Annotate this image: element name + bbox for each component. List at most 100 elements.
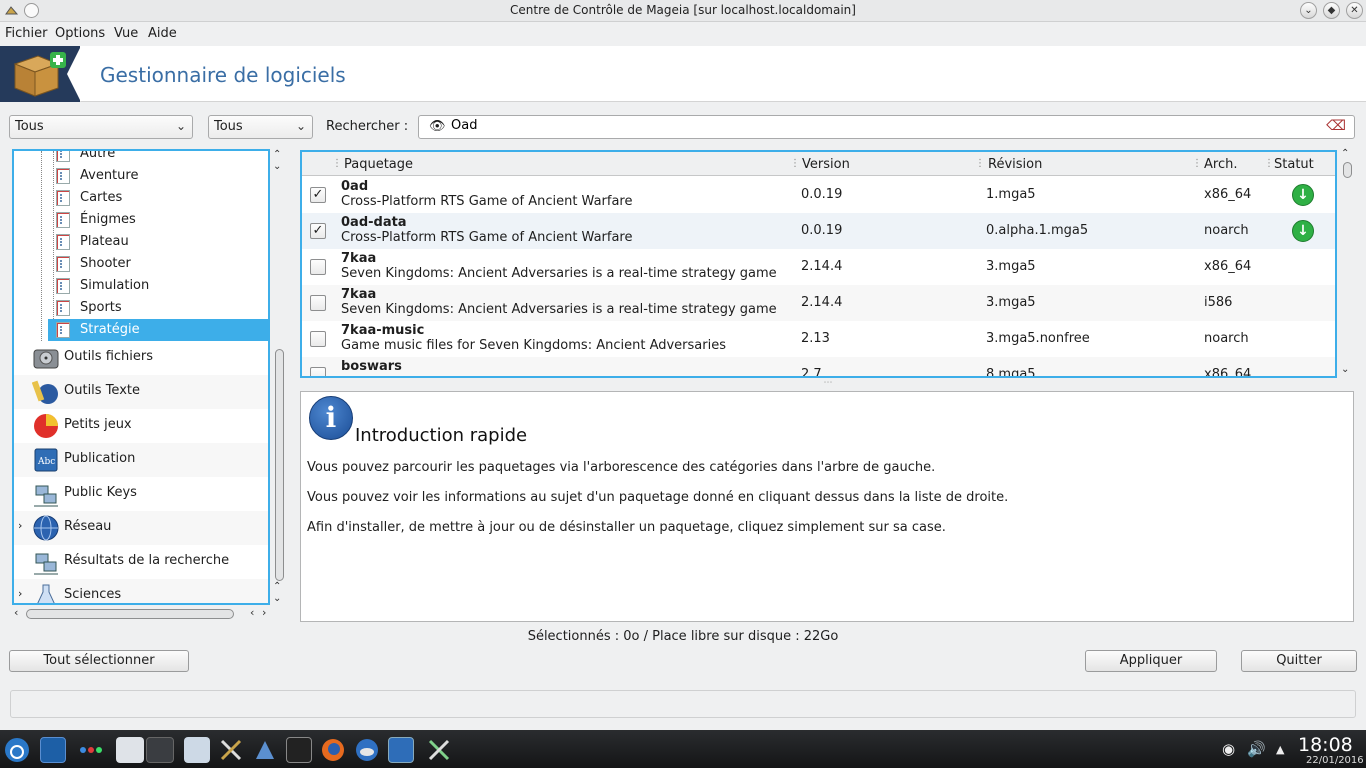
tree-item-strategie[interactable]: Stratégie xyxy=(48,319,268,341)
scroll-down-icon[interactable]: ⌄ xyxy=(273,593,281,604)
scroll-up-icon[interactable]: ⌃ xyxy=(1341,148,1349,159)
menu-aide[interactable]: Aide xyxy=(148,26,177,41)
scroll-left-icon[interactable]: ‹ xyxy=(14,606,18,619)
select-all-button[interactable]: Tout sélectionner xyxy=(9,650,189,672)
chevron-down-icon: ⌄ xyxy=(295,119,306,133)
install-checkbox[interactable] xyxy=(310,331,326,347)
install-checkbox[interactable] xyxy=(310,295,326,311)
package-table[interactable]: ⋮ Paquetage ⋮ Version ⋮ Révision ⋮ Arch.… xyxy=(300,150,1337,378)
package-arch: x86_64 xyxy=(1204,187,1252,202)
pager-desktop-1[interactable] xyxy=(116,737,144,763)
scroll-left-icon[interactable]: ‹ xyxy=(250,606,254,619)
search-field[interactable]: 👁 ⌫ xyxy=(418,115,1355,139)
table-vertical-scrollbar[interactable]: ⌃ ⌄ xyxy=(1340,148,1354,378)
apply-button[interactable]: Appliquer xyxy=(1085,650,1217,672)
tree-item-cartes[interactable]: Cartes xyxy=(14,187,268,209)
maximize-button[interactable]: ◆ xyxy=(1323,2,1340,19)
tree-group-outils-texte[interactable]: Outils Texte xyxy=(14,375,268,409)
quit-button[interactable]: Quitter xyxy=(1241,650,1357,672)
tree-group-reseau[interactable]: › Réseau xyxy=(14,511,268,545)
text-tools-icon xyxy=(32,380,58,404)
package-name: 7kaa xyxy=(341,287,377,302)
desktop-icon[interactable] xyxy=(40,737,66,763)
file-manager-icon[interactable] xyxy=(184,737,210,763)
tree-group-public-keys[interactable]: Public Keys xyxy=(14,477,268,511)
tree-item-plateau[interactable]: Plateau xyxy=(14,231,268,253)
search-input[interactable] xyxy=(451,118,1301,133)
expand-arrow-icon[interactable]: › xyxy=(18,587,22,600)
filter-combo-type-value: Tous xyxy=(15,119,44,134)
network-globe-icon[interactable]: ◉ xyxy=(1222,740,1235,758)
col-header-package[interactable]: Paquetage xyxy=(344,157,413,172)
tree-vertical-scrollbar[interactable]: ⌃ ⌄ ⌃ ⌄ xyxy=(272,149,286,606)
tree-item-enigmes[interactable]: Énigmes xyxy=(14,209,268,231)
category-tree[interactable]: Autre Aventure Cartes Énigmes Plateau Sh… xyxy=(12,149,270,605)
mail-client-icon[interactable] xyxy=(354,737,380,763)
tree-item-aventure[interactable]: Aventure xyxy=(14,165,268,187)
table-row[interactable]: ✓ 0ad Cross-Platform RTS Game of Ancient… xyxy=(302,177,1335,213)
scroll-down-icon[interactable]: ⌄ xyxy=(1341,364,1349,375)
tree-item-simulation[interactable]: Simulation xyxy=(14,275,268,297)
tree-item-sports[interactable]: Sports xyxy=(14,297,268,319)
taskbar xyxy=(0,730,1366,768)
scroll-up-icon[interactable]: ⌃ xyxy=(273,149,281,160)
package-arch: x86_64 xyxy=(1204,367,1252,378)
firefox-icon[interactable] xyxy=(320,737,346,763)
tree-item-autre[interactable]: Autre xyxy=(14,151,268,165)
tools-icon[interactable] xyxy=(218,737,244,763)
tray-expand-icon[interactable]: ▲ xyxy=(1276,743,1284,756)
tree-group-sciences[interactable]: › Sciences xyxy=(14,579,268,603)
install-checkbox[interactable] xyxy=(310,367,326,376)
table-scroll-thumb[interactable] xyxy=(1343,162,1352,178)
col-header-status[interactable]: Statut xyxy=(1274,157,1314,172)
clock-time[interactable]: 18:08 xyxy=(1298,734,1353,756)
chevron-down-icon: ⌄ xyxy=(175,119,186,133)
tree-group-outils-fichiers[interactable]: Outils fichiers xyxy=(14,341,268,375)
svg-text:Abc: Abc xyxy=(37,457,55,467)
filter-combo-type[interactable]: Tous ⌄ xyxy=(9,115,193,139)
activities-icon[interactable] xyxy=(78,737,104,763)
info-paragraph: Vous pouvez voir les informations au suj… xyxy=(307,490,1009,505)
control-center-icon[interactable] xyxy=(426,737,452,763)
col-header-version[interactable]: Version xyxy=(802,157,850,172)
table-row[interactable]: ✓ 0ad-data Cross-Platform RTS Game of An… xyxy=(302,213,1335,249)
terminal-icon[interactable] xyxy=(286,737,312,763)
clear-search-icon[interactable]: ⌫ xyxy=(1326,118,1346,134)
game-category-icon xyxy=(56,151,70,162)
tree-group-resultats[interactable]: Résultats de la recherche xyxy=(14,545,268,579)
volume-icon[interactable]: 🔊 xyxy=(1247,740,1266,758)
tree-horizontal-scrollbar[interactable]: ‹ ‹ › xyxy=(12,606,270,622)
tree-group-petits-jeux[interactable]: Petits jeux xyxy=(14,409,268,443)
minimize-button[interactable]: ⌄ xyxy=(1300,2,1317,19)
menu-fichier[interactable]: Fichier xyxy=(5,26,48,41)
expand-arrow-icon[interactable]: › xyxy=(18,519,22,532)
install-checkbox[interactable] xyxy=(310,259,326,275)
tree-group-publication[interactable]: Abc Publication xyxy=(14,443,268,477)
package-version: 0.0.19 xyxy=(801,223,843,238)
table-row[interactable]: 7kaa Seven Kingdoms: Ancient Adversaries… xyxy=(302,285,1335,321)
tree-item-shooter[interactable]: Shooter xyxy=(14,253,268,275)
table-row[interactable]: 7kaa-music Game music files for Seven Ki… xyxy=(302,321,1335,357)
software-install-icon[interactable] xyxy=(252,737,278,763)
pager-desktop-2[interactable] xyxy=(146,737,174,763)
tree-hscroll-thumb[interactable] xyxy=(26,609,234,619)
col-header-arch[interactable]: Arch. xyxy=(1204,157,1237,172)
app-launcher-icon[interactable] xyxy=(4,737,30,763)
table-row[interactable]: 7kaa Seven Kingdoms: Ancient Adversaries… xyxy=(302,249,1335,285)
menu-options[interactable]: Options xyxy=(55,26,105,41)
package-arch: noarch xyxy=(1204,331,1249,346)
publication-icon: Abc xyxy=(34,448,58,472)
system-monitor-icon[interactable] xyxy=(388,737,414,763)
tree-scroll-thumb[interactable] xyxy=(275,349,284,581)
scroll-up-icon[interactable]: ⌃ xyxy=(273,581,281,592)
install-checkbox[interactable]: ✓ xyxy=(310,223,326,239)
menu-vue[interactable]: Vue xyxy=(114,26,138,41)
pane-splitter[interactable]: ⋯ xyxy=(300,379,1356,390)
install-checkbox[interactable]: ✓ xyxy=(310,187,326,203)
scroll-down-icon[interactable]: ⌄ xyxy=(273,161,281,172)
close-button[interactable]: ✕ xyxy=(1346,2,1363,19)
col-header-revision[interactable]: Révision xyxy=(988,157,1042,172)
table-row[interactable]: boswars 2.7 8.mga5 x86_64 xyxy=(302,357,1335,378)
filter-combo-status[interactable]: Tous ⌄ xyxy=(208,115,313,139)
scroll-right-icon[interactable]: › xyxy=(262,606,266,619)
